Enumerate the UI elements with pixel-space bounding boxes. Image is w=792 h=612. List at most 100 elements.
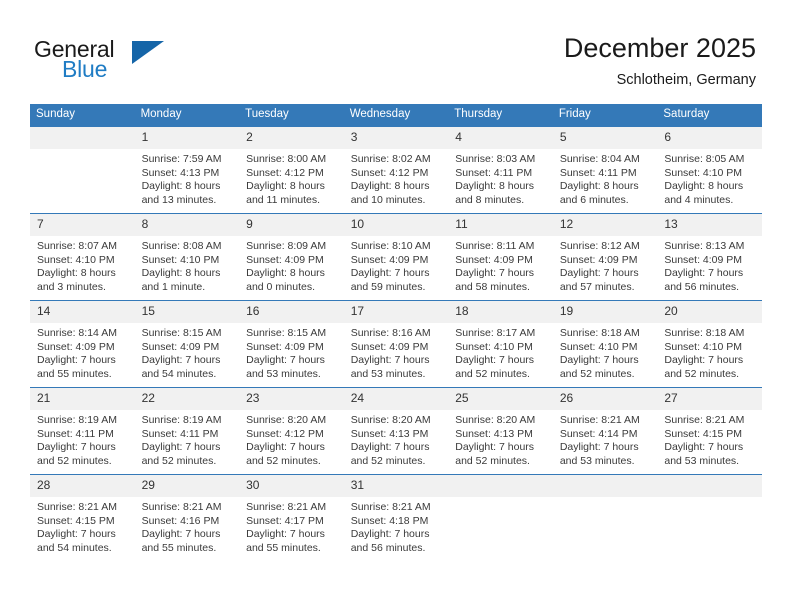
weekday-header-friday: Friday: [552, 104, 658, 127]
sunrise-text: Sunrise: 8:03 AM: [455, 153, 536, 165]
daylight-text-line2: and 10 minutes.: [350, 193, 426, 206]
daylight-text-line2: and 52 minutes.: [350, 454, 426, 467]
day-details: Sunrise: 8:18 AM Sunset: 4:10 PM Daylight:…: [553, 323, 658, 381]
daylight-text-line2: and 11 minutes.: [246, 193, 321, 206]
calendar-day-cell[interactable]: 29 Sunrise: 8:21 AM Sunset: 4:16 PM Dayligh…: [134, 474, 240, 561]
day-number: 1: [134, 127, 240, 149]
page-title: December 2025: [563, 33, 756, 63]
sunrise-text: Sunrise: 8:19 AM: [37, 414, 117, 426]
day-number: 26: [552, 388, 658, 410]
calendar-day-cell[interactable]: 10 Sunrise: 8:10 AM Sunset: 4:09 PM Dayligh…: [343, 213, 449, 301]
sunrise-text: Sunrise: 8:14 AM: [37, 327, 117, 339]
calendar-day-cell[interactable]: 31 Sunrise: 8:21 AM Sunset: 4:18 PM Dayligh…: [343, 474, 449, 561]
day-details: Sunrise: 8:21 AM Sunset: 4:14 PM Daylight:…: [553, 410, 658, 468]
sunrise-text: Sunrise: 8:15 AM: [246, 327, 327, 339]
sunrise-text: Sunrise: 8:21 AM: [350, 501, 431, 513]
sunrise-text: Sunrise: 8:09 AM: [246, 240, 327, 252]
daylight-text-line1: Daylight: 7 hours: [246, 354, 325, 367]
day-details: Sunrise: 8:17 AM Sunset: 4:10 PM Daylight:…: [448, 323, 553, 381]
daylight-text-line1: Daylight: 7 hours: [37, 441, 116, 454]
sunset-text: Sunset: 4:14 PM: [559, 427, 638, 440]
calendar-day-cell[interactable]: 26 Sunrise: 8:21 AM Sunset: 4:14 PM Dayligh…: [552, 387, 658, 475]
day-details: Sunrise: 8:15 AM Sunset: 4:09 PM Daylight:…: [135, 323, 240, 381]
daylight-text-line2: and 6 minutes.: [559, 193, 629, 206]
day-details: Sunrise: 8:08 AM Sunset: 4:10 PM Daylight:…: [135, 236, 240, 294]
sunset-text: Sunset: 4:09 PM: [141, 340, 220, 353]
day-details: Sunrise: 8:11 AM Sunset: 4:09 PM Daylight:…: [448, 236, 553, 294]
calendar-day-cell[interactable]: 15 Sunrise: 8:15 AM Sunset: 4:09 PM Dayligh…: [134, 300, 240, 388]
calendar-day-cell[interactable]: 22 Sunrise: 8:19 AM Sunset: 4:11 PM Dayligh…: [134, 387, 240, 475]
calendar-page: General Blue December 2025 Schlotheim, G…: [0, 0, 792, 612]
calendar-header-row: Sunday Monday Tuesday Wednesday Thursday…: [30, 104, 762, 127]
sunrise-text: Sunrise: 8:21 AM: [559, 414, 640, 426]
calendar-day-cell[interactable]: 5 Sunrise: 8:04 AM Sunset: 4:11 PM Daylight…: [552, 126, 658, 214]
calendar-day-cell[interactable]: 25 Sunrise: 8:20 AM Sunset: 4:13 PM Dayligh…: [448, 387, 553, 475]
calendar-day-cell[interactable]: 23 Sunrise: 8:20 AM Sunset: 4:12 PM Dayligh…: [239, 387, 344, 475]
day-number: 5: [552, 127, 658, 149]
calendar-day-cell[interactable]: 1 Sunrise: 7:59 AM Sunset: 4:13 PM Daylight…: [134, 126, 240, 214]
calendar-day-cell[interactable]: 13 Sunrise: 8:13 AM Sunset: 4:09 PM Dayligh…: [657, 213, 762, 301]
calendar-day-cell[interactable]: 20 Sunrise: 8:18 AM Sunset: 4:10 PM Dayligh…: [657, 300, 762, 388]
daylight-text-line2: and 52 minutes.: [141, 454, 217, 467]
daylight-text-line1: Daylight: 7 hours: [664, 354, 744, 367]
day-details: Sunrise: 8:21 AM Sunset: 4:15 PM Daylight:…: [30, 497, 135, 555]
sunset-text: Sunset: 4:15 PM: [37, 514, 115, 527]
calendar-day-cell[interactable]: 7 Sunrise: 8:07 AM Sunset: 4:10 PM Daylight…: [30, 213, 135, 301]
calendar-day-cell[interactable]: 3 Sunrise: 8:02 AM Sunset: 4:12 PM Daylight…: [343, 126, 449, 214]
sunrise-text: Sunrise: 8:07 AM: [37, 240, 117, 252]
calendar-day-cell[interactable]: 4 Sunrise: 8:03 AM Sunset: 4:11 PM Daylight…: [448, 126, 553, 214]
day-number: 8: [134, 214, 240, 236]
day-number: 31: [343, 475, 449, 497]
calendar-day-cell[interactable]: 11 Sunrise: 8:11 AM Sunset: 4:09 PM Dayligh…: [448, 213, 553, 301]
calendar-day-cell[interactable]: 16 Sunrise: 8:15 AM Sunset: 4:09 PM Dayligh…: [239, 300, 344, 388]
brand-logo[interactable]: General Blue: [34, 36, 264, 92]
calendar-week-row: 7 Sunrise: 8:07 AM Sunset: 4:10 PM Daylight…: [30, 213, 762, 301]
day-details: Sunrise: 8:02 AM Sunset: 4:12 PM Daylight:…: [344, 149, 449, 207]
daylight-text-line2: and 4 minutes.: [664, 193, 734, 206]
calendar-day-cell[interactable]: 24 Sunrise: 8:20 AM Sunset: 4:13 PM Dayligh…: [343, 387, 449, 475]
daylight-text-line2: and 13 minutes.: [141, 193, 217, 206]
day-details: Sunrise: 8:20 AM Sunset: 4:12 PM Daylight:…: [239, 410, 344, 468]
calendar-day-cell[interactable]: 27 Sunrise: 8:21 AM Sunset: 4:15 PM Dayligh…: [657, 387, 762, 475]
calendar-day-cell[interactable]: 14 Sunrise: 8:14 AM Sunset: 4:09 PM Dayligh…: [30, 300, 135, 388]
calendar-day-cell[interactable]: 12 Sunrise: 8:12 AM Sunset: 4:09 PM Dayligh…: [552, 213, 658, 301]
calendar-day-cell[interactable]: 30 Sunrise: 8:21 AM Sunset: 4:17 PM Dayligh…: [239, 474, 344, 561]
day-number: 29: [134, 475, 240, 497]
calendar-day-cell[interactable]: 6 Sunrise: 8:05 AM Sunset: 4:10 PM Daylight…: [657, 126, 762, 214]
sunrise-text: Sunrise: 8:18 AM: [664, 327, 745, 339]
calendar-day-cell[interactable]: 18 Sunrise: 8:17 AM Sunset: 4:10 PM Dayligh…: [448, 300, 553, 388]
daylight-text-line1: Daylight: 7 hours: [141, 441, 221, 454]
calendar-day-cell[interactable]: 2 Sunrise: 8:00 AM Sunset: 4:12 PM Daylight…: [239, 126, 344, 214]
daylight-text-line2: and 8 minutes.: [455, 193, 525, 206]
daylight-text-line1: Daylight: 8 hours: [350, 180, 430, 193]
daylight-text-line2: and 59 minutes.: [350, 280, 426, 293]
daylight-text-line2: and 52 minutes.: [246, 454, 321, 467]
daylight-text-line2: and 55 minutes.: [141, 541, 217, 554]
daylight-text-line2: and 53 minutes.: [664, 454, 740, 467]
day-number: 18: [448, 301, 553, 323]
calendar-day-cell[interactable]: 9 Sunrise: 8:09 AM Sunset: 4:09 PM Daylight…: [239, 213, 344, 301]
daylight-text-line2: and 55 minutes.: [37, 367, 112, 380]
day-details: Sunrise: 8:04 AM Sunset: 4:11 PM Daylight:…: [553, 149, 658, 207]
calendar-day-cell[interactable]: 21 Sunrise: 8:19 AM Sunset: 4:11 PM Dayligh…: [30, 387, 135, 475]
day-number: 30: [239, 475, 344, 497]
sunset-text: Sunset: 4:11 PM: [141, 427, 219, 440]
calendar-day-cell[interactable]: 8 Sunrise: 8:08 AM Sunset: 4:10 PM Daylight…: [134, 213, 240, 301]
sunrise-text: Sunrise: 8:21 AM: [246, 501, 327, 513]
day-number: 20: [657, 301, 762, 323]
daylight-text-line1: Daylight: 7 hours: [350, 441, 430, 454]
sunset-text: Sunset: 4:09 PM: [37, 340, 115, 353]
daylight-text-line1: Daylight: 7 hours: [559, 441, 639, 454]
daylight-text-line2: and 57 minutes.: [559, 280, 635, 293]
sunset-text: Sunset: 4:11 PM: [455, 166, 533, 179]
calendar-day-cell[interactable]: 28 Sunrise: 8:21 AM Sunset: 4:15 PM Dayligh…: [30, 474, 135, 561]
sunset-text: Sunset: 4:10 PM: [664, 166, 743, 179]
sunrise-text: Sunrise: 8:20 AM: [455, 414, 536, 426]
calendar-day-cell[interactable]: 17 Sunrise: 8:16 AM Sunset: 4:09 PM Dayligh…: [343, 300, 449, 388]
page-header: General Blue December 2025 Schlotheim, G…: [0, 0, 792, 96]
daylight-text-line1: Daylight: 7 hours: [455, 267, 535, 280]
day-number: 19: [552, 301, 658, 323]
calendar-day-cell[interactable]: 19 Sunrise: 8:18 AM Sunset: 4:10 PM Dayligh…: [552, 300, 658, 388]
day-number: 6: [657, 127, 762, 149]
daylight-text-line1: Daylight: 7 hours: [455, 354, 535, 367]
